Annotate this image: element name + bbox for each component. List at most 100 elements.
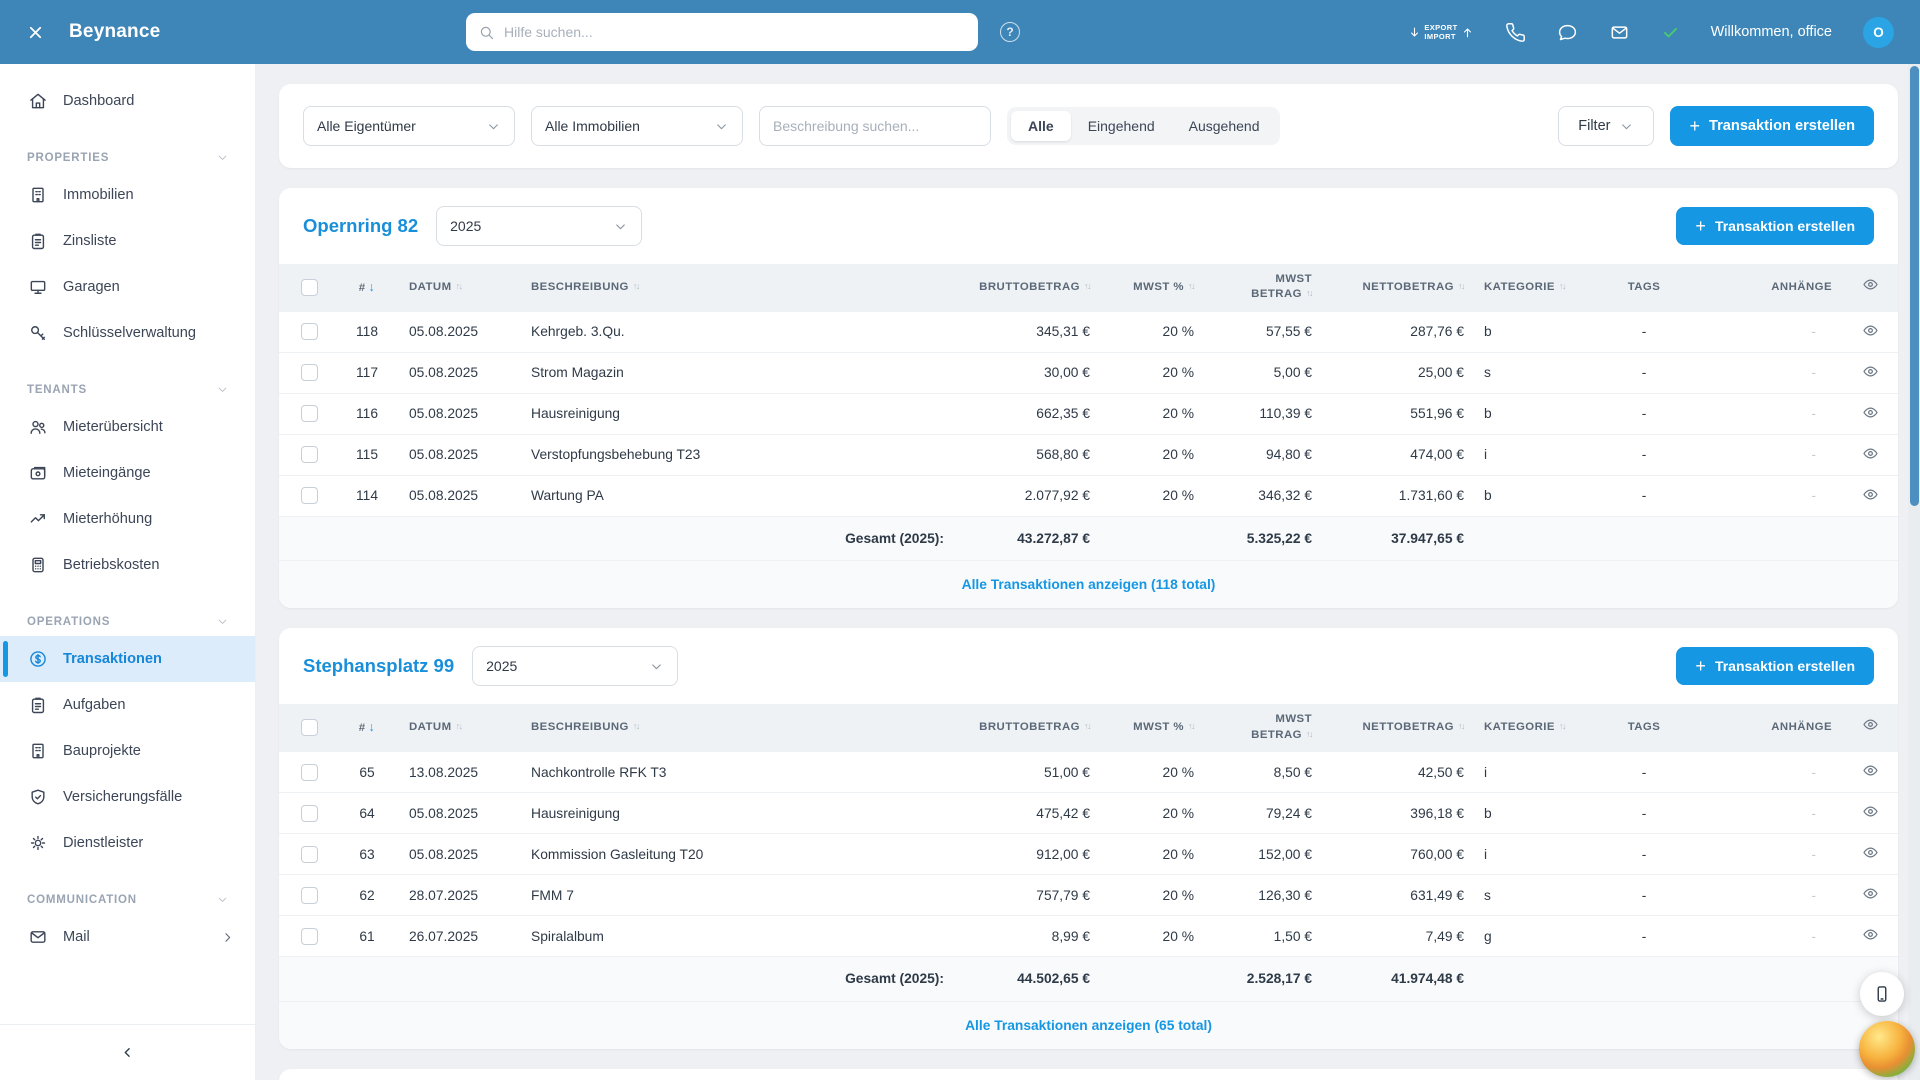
eye-icon[interactable] xyxy=(1862,404,1879,421)
create-transaction-button[interactable]: + Transaktion erstellen xyxy=(1670,106,1874,146)
col-beschreibung[interactable]: BESCHREIBUNG xyxy=(531,721,629,733)
show-all-link[interactable]: Alle Transaktionen anzeigen (118 total) xyxy=(962,577,1216,592)
select-all-checkbox[interactable] xyxy=(301,719,318,736)
cell-nettobetrag: 1.731,60 € xyxy=(1322,475,1474,516)
eye-icon[interactable] xyxy=(1862,276,1879,293)
col-nettobetrag[interactable]: NETTOBETRAG xyxy=(1362,721,1454,733)
sidebar-collapse-button[interactable] xyxy=(0,1024,255,1080)
row-checkbox[interactable] xyxy=(301,846,318,863)
create-transaction-button[interactable]: + Transaktion erstellen xyxy=(1676,207,1874,245)
help-icon[interactable]: ? xyxy=(1000,22,1020,42)
col-num[interactable]: # xyxy=(359,282,366,294)
mobile-app-button[interactable] xyxy=(1860,972,1904,1016)
sidebar-item-mieteing-nge[interactable]: Mieteingänge xyxy=(0,450,255,496)
row-checkbox[interactable] xyxy=(301,887,318,904)
eye-icon[interactable] xyxy=(1862,445,1879,462)
phone-icon[interactable] xyxy=(1505,22,1526,43)
sidebar-item-dashboard[interactable]: Dashboard xyxy=(0,78,255,124)
col-bruttobetrag[interactable]: BRUTTOBETRAG xyxy=(979,281,1080,293)
sidebar-item-versicherungsf-lle[interactable]: Versicherungsfälle xyxy=(0,774,255,820)
page-scrollbar[interactable] xyxy=(1908,64,1920,1080)
mail-icon[interactable] xyxy=(1609,22,1630,43)
eye-icon[interactable] xyxy=(1862,926,1879,943)
col-beschreibung[interactable]: BESCHREIBUNG xyxy=(531,281,629,293)
col-datum[interactable]: DATUM xyxy=(409,721,452,733)
row-checkbox[interactable] xyxy=(301,405,318,422)
export-import-button[interactable]: EXPORT IMPORT xyxy=(1408,23,1473,42)
col-kategorie[interactable]: KATEGORIE xyxy=(1484,281,1555,293)
sidebar-item-label: Versicherungsfälle xyxy=(63,789,235,805)
sidebar-section-label[interactable]: COMMUNICATION xyxy=(0,893,255,906)
eye-icon[interactable] xyxy=(1862,844,1879,861)
row-checkbox[interactable] xyxy=(301,805,318,822)
show-all-link[interactable]: Alle Transaktionen anzeigen (65 total) xyxy=(965,1018,1212,1033)
row-checkbox[interactable] xyxy=(301,764,318,781)
property-title-link[interactable]: Stephansplatz 99 xyxy=(303,655,454,677)
filter-button[interactable]: Filter xyxy=(1558,106,1654,146)
tab-alle[interactable]: Alle xyxy=(1011,111,1071,141)
col-nettobetrag[interactable]: NETTOBETRAG xyxy=(1362,281,1454,293)
sidebar-section-label[interactable]: OPERATIONS xyxy=(0,615,255,628)
close-icon[interactable] xyxy=(26,23,45,42)
row-checkbox[interactable] xyxy=(301,928,318,945)
col-datum[interactable]: DATUM xyxy=(409,281,452,293)
col-kategorie[interactable]: KATEGORIE xyxy=(1484,721,1555,733)
row-checkbox[interactable] xyxy=(301,446,318,463)
sidebar-item-betriebskosten[interactable]: Betriebskosten xyxy=(0,542,255,588)
sort-desc-icon: ↓ xyxy=(369,280,376,294)
help-search[interactable] xyxy=(466,13,978,51)
chat-icon[interactable] xyxy=(1557,22,1578,43)
col-mwst-betrag[interactable]: MWST BETRAG xyxy=(1251,273,1312,300)
sidebar-item-transaktionen[interactable]: Transaktionen xyxy=(0,636,255,682)
sidebar-item-garagen[interactable]: Garagen xyxy=(0,264,255,310)
col-num[interactable]: # xyxy=(359,722,366,734)
tab-ausgehend[interactable]: Ausgehend xyxy=(1172,111,1277,141)
col-mwst-pct[interactable]: MWST % xyxy=(1133,281,1184,293)
cell-num: 64 xyxy=(335,793,399,834)
sidebar-item-mieter-bersicht[interactable]: Mieterübersicht xyxy=(0,404,255,450)
eye-icon[interactable] xyxy=(1862,322,1879,339)
eye-icon[interactable] xyxy=(1862,803,1879,820)
description-search-input[interactable] xyxy=(759,106,991,146)
property-section-card: Opernring 82 2025 + Transaktion erstelle… xyxy=(279,188,1898,608)
row-checkbox[interactable] xyxy=(301,364,318,381)
cell-bruttobetrag: 757,79 € xyxy=(954,875,1100,916)
total-gross: 43.272,87 € xyxy=(954,516,1100,560)
sidebar-item-mail[interactable]: Mail xyxy=(0,914,255,960)
plus-icon: + xyxy=(1689,117,1700,135)
scrollbar-thumb[interactable] xyxy=(1910,66,1919,506)
eye-icon[interactable] xyxy=(1862,885,1879,902)
eye-icon[interactable] xyxy=(1862,486,1879,503)
create-transaction-button[interactable]: + Transaktion erstellen xyxy=(1676,647,1874,685)
eye-icon[interactable] xyxy=(1862,363,1879,380)
eye-icon[interactable] xyxy=(1862,762,1879,779)
sidebar-item-dienstleister[interactable]: Dienstleister xyxy=(0,820,255,866)
cell-mwst-betrag: 1,50 € xyxy=(1204,916,1322,957)
check-icon[interactable] xyxy=(1661,23,1680,42)
cell-kategorie: i xyxy=(1474,752,1574,793)
sidebar-item-aufgaben[interactable]: Aufgaben xyxy=(0,682,255,728)
row-checkbox[interactable] xyxy=(301,487,318,504)
col-mwst-pct[interactable]: MWST % xyxy=(1133,721,1184,733)
sidebar-item-schl-sselverwaltung[interactable]: Schlüsselverwaltung xyxy=(0,310,255,356)
sidebar-item-mieterh-hung[interactable]: Mieterhöhung xyxy=(0,496,255,542)
col-bruttobetrag[interactable]: BRUTTOBETRAG xyxy=(979,721,1080,733)
property-title-link[interactable]: Opernring 82 xyxy=(303,215,418,237)
property-select[interactable]: Alle Immobilien xyxy=(531,106,743,146)
select-all-checkbox[interactable] xyxy=(301,279,318,296)
eye-icon[interactable] xyxy=(1862,716,1879,733)
year-select[interactable]: 2025 xyxy=(436,206,642,246)
sidebar-item-immobilien[interactable]: Immobilien xyxy=(0,172,255,218)
sidebar-item-zinsliste[interactable]: Zinsliste xyxy=(0,218,255,264)
avatar[interactable]: O xyxy=(1863,17,1894,48)
help-search-input[interactable] xyxy=(504,24,966,40)
sidebar-item-bauprojekte[interactable]: Bauprojekte xyxy=(0,728,255,774)
owner-select[interactable]: Alle Eigentümer xyxy=(303,106,515,146)
sidebar-section-label[interactable]: PROPERTIES xyxy=(0,151,255,164)
sidebar-section-label[interactable]: TENANTS xyxy=(0,383,255,396)
year-select[interactable]: 2025 xyxy=(472,646,678,686)
tab-eingehend[interactable]: Eingehend xyxy=(1071,111,1172,141)
messenger-launcher[interactable] xyxy=(1859,1021,1915,1077)
row-checkbox[interactable] xyxy=(301,323,318,340)
col-mwst-betrag[interactable]: MWST BETRAG xyxy=(1251,713,1312,740)
